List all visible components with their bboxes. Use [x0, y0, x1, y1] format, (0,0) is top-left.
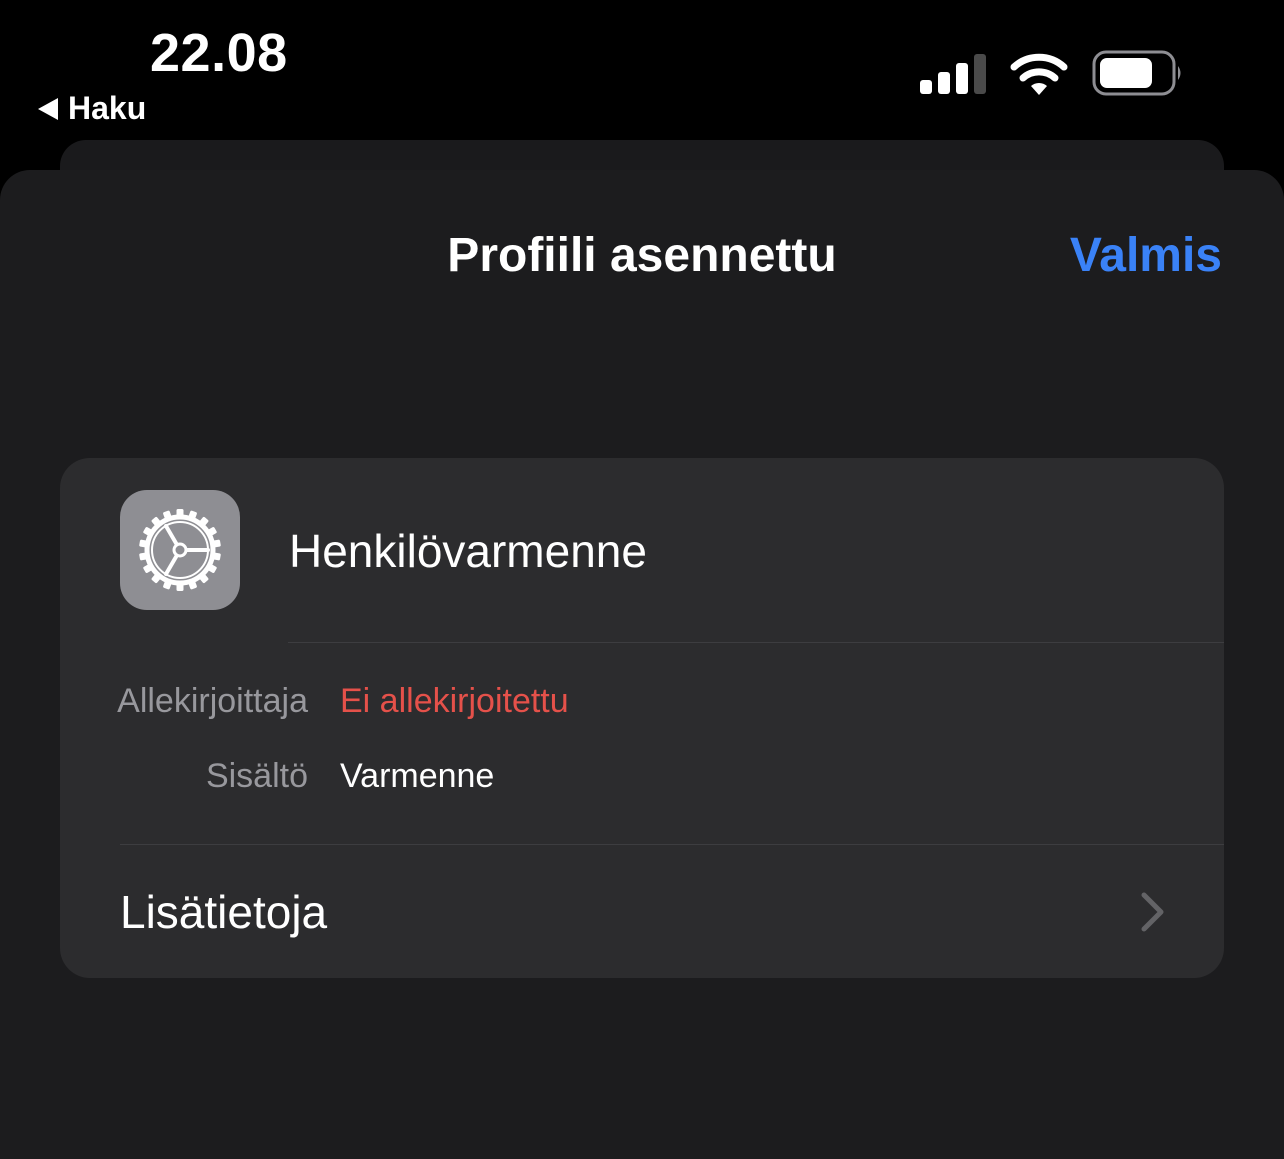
chevron-right-icon — [1141, 892, 1164, 932]
signer-value: Ei allekirjoitettu — [340, 682, 569, 720]
back-to-search-link[interactable]: Haku — [38, 90, 146, 127]
back-label: Haku — [68, 90, 147, 126]
more-details-label: Lisätietoja — [120, 886, 328, 938]
status-time: 22.08 — [150, 23, 288, 83]
contents-label: Sisältö — [205, 757, 308, 795]
contents-value: Varmenne — [340, 757, 495, 795]
done-button[interactable]: Valmis — [1070, 228, 1222, 283]
profile-name: Henkilövarmenne — [289, 525, 647, 577]
signer-label: Allekirjoittaja — [117, 682, 308, 720]
profile-installed-sheet: Profiili asennettu Valmis Henkilövarmenn… — [0, 170, 1284, 1159]
divider — [288, 642, 1224, 643]
signer-row: Allekirjoittaja Ei allekirjoitettu — [60, 682, 1224, 732]
profile-card: Henkilövarmenne Allekirjoittaja Ei allek… — [60, 458, 1224, 978]
status-icons — [920, 50, 1184, 96]
contents-row: Sisältö Varmenne — [60, 757, 1224, 807]
screen: 22.08 Haku Profiili asennettu Valmis Hen… — [0, 0, 1284, 1159]
settings-gear-icon — [120, 490, 240, 610]
more-details-row[interactable]: Lisätietoja — [60, 845, 1224, 978]
back-triangle-icon — [38, 97, 58, 120]
wifi-icon — [1010, 53, 1068, 95]
battery-icon — [1092, 50, 1181, 96]
signal-icon — [920, 52, 986, 94]
